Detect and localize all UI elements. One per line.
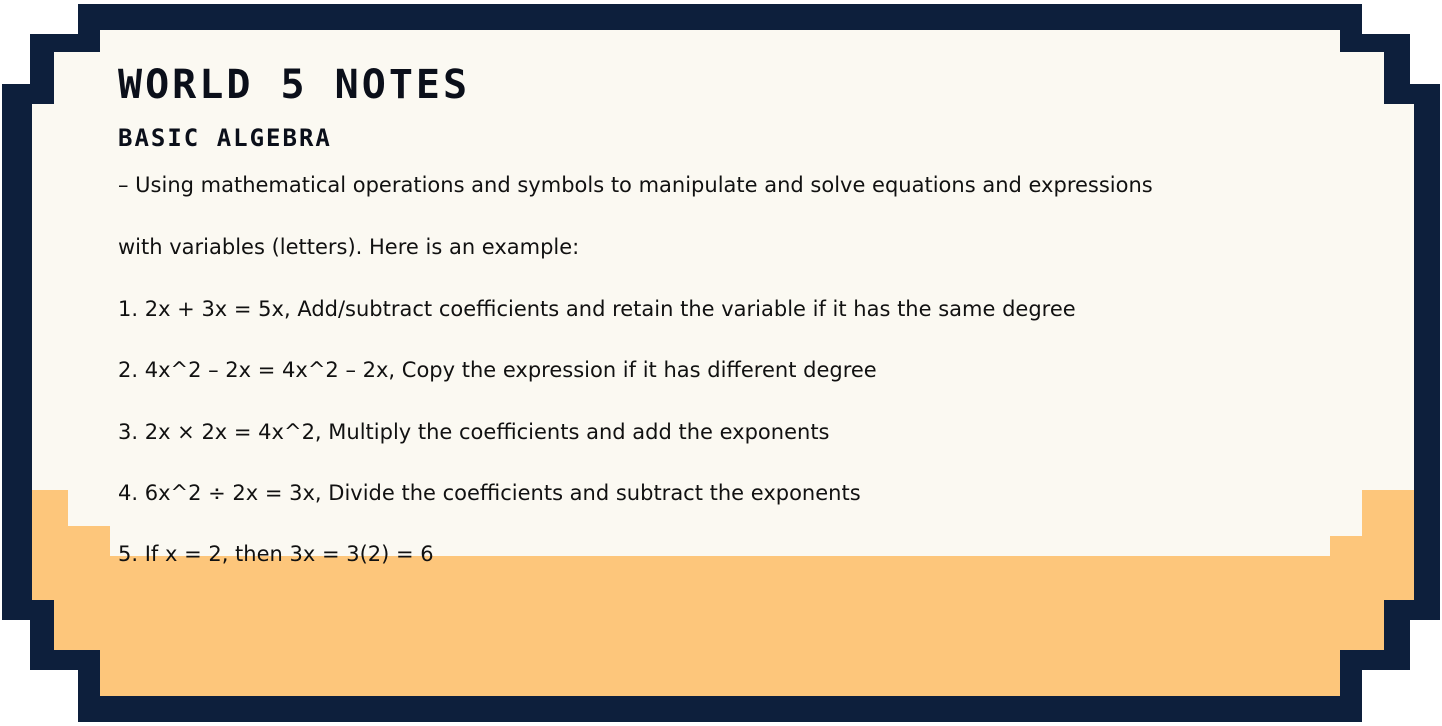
- example-item-5: 5. If x = 2, then 3x = 3(2) = 6: [118, 542, 434, 566]
- page-title: WORLD 5 NOTES: [118, 62, 471, 108]
- example-item-2: 2. 4x^2 – 2x = 4x^2 – 2x, Copy the expre…: [118, 358, 877, 382]
- intro-text-line-2: with variables (letters). Here is an exa…: [118, 235, 580, 259]
- example-item-1: 1. 2x + 3x = 5x, Add/subtract coefficien…: [118, 297, 1076, 321]
- topic-heading: BASIC ALGEBRA: [118, 124, 332, 152]
- example-item-4: 4. 6x^2 ÷ 2x = 3x, Divide the coefficien…: [118, 481, 861, 505]
- example-item-3: 3. 2x × 2x = 4x^2, Multiply the coeffici…: [118, 420, 830, 444]
- notes-screen: WORLD 5 NOTES BASIC ALGEBRA – Using math…: [0, 0, 1442, 726]
- intro-text-line-1: – Using mathematical operations and symb…: [118, 173, 1153, 197]
